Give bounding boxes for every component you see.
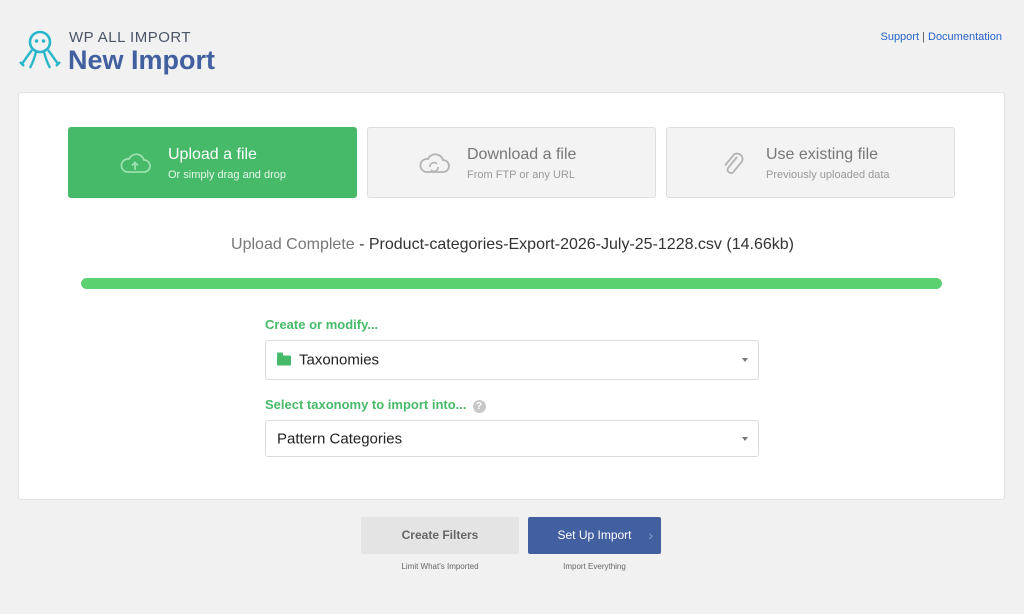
taxonomy-label-wrap: Select taxonomy to import into...?: [265, 397, 486, 413]
paperclip-icon: [724, 152, 744, 174]
chevron-right-icon: ›: [648, 527, 653, 543]
existing-file-subtitle: Previously uploaded data: [766, 169, 890, 181]
brand-name: WP ALL IMPORT: [69, 29, 192, 46]
post-type-select[interactable]: Taxonomies: [265, 340, 759, 380]
link-separator: |: [922, 31, 925, 43]
post-type-value: Taxonomies: [277, 352, 379, 369]
chevron-down-icon: [742, 358, 748, 362]
create-filters-label: Create Filters: [401, 528, 479, 542]
upload-file-option[interactable]: Upload a file Or simply drag and drop: [68, 127, 357, 198]
post-type-value-text: Taxonomies: [299, 351, 380, 369]
octopus-logo-icon: [19, 30, 61, 69]
taxonomy-select[interactable]: Pattern Categories: [265, 420, 759, 457]
upload-file-subtitle: Or simply drag and drop: [168, 169, 286, 181]
download-file-title: Download a file: [467, 146, 577, 163]
upload-progress-fill: [81, 278, 942, 289]
page-title: New Import: [68, 45, 216, 75]
taxonomy-label: Select taxonomy to import into...: [265, 397, 467, 412]
import-card: Upload a file Or simply drag and drop Do…: [18, 92, 1005, 500]
cloud-upload-icon: [120, 153, 151, 173]
download-file-subtitle: From FTP or any URL: [467, 169, 575, 181]
create-modify-label: Create or modify...: [265, 317, 379, 332]
upload-status: Upload Complete - Product-categories-Exp…: [19, 236, 1006, 254]
upload-status-separator: -: [354, 236, 369, 253]
set-up-import-caption: Import Everything: [563, 562, 626, 571]
help-icon[interactable]: ?: [472, 400, 486, 413]
existing-file-title: Use existing file: [766, 146, 879, 163]
create-filters-button[interactable]: Create Filters: [361, 517, 519, 554]
upload-status-label: Upload Complete: [231, 236, 355, 253]
taxonomy-value: Pattern Categories: [277, 430, 403, 447]
existing-file-option[interactable]: Use existing file Previously uploaded da…: [666, 127, 955, 198]
folder-icon: [277, 352, 291, 366]
set-up-import-label: Set Up Import: [557, 528, 632, 542]
chevron-down-icon: [742, 436, 748, 441]
header-links: Support | Documentation: [880, 31, 1002, 43]
upload-file-title: Upload a file: [168, 146, 257, 163]
download-file-option[interactable]: Download a file From FTP or any URL: [367, 127, 656, 198]
support-link[interactable]: Support: [880, 31, 919, 43]
upload-progress-bar: [81, 278, 942, 289]
create-filters-caption: Limit What's Imported: [401, 562, 479, 571]
cloud-sync-icon: [419, 153, 450, 173]
uploaded-filename: Product-categories-Export-2026-July-25-1…: [368, 236, 794, 253]
page-header: WP ALL IMPORT New Import Support | Docum…: [0, 0, 1024, 90]
documentation-link[interactable]: Documentation: [928, 31, 1002, 43]
set-up-import-button[interactable]: Set Up Import ›: [528, 517, 661, 554]
